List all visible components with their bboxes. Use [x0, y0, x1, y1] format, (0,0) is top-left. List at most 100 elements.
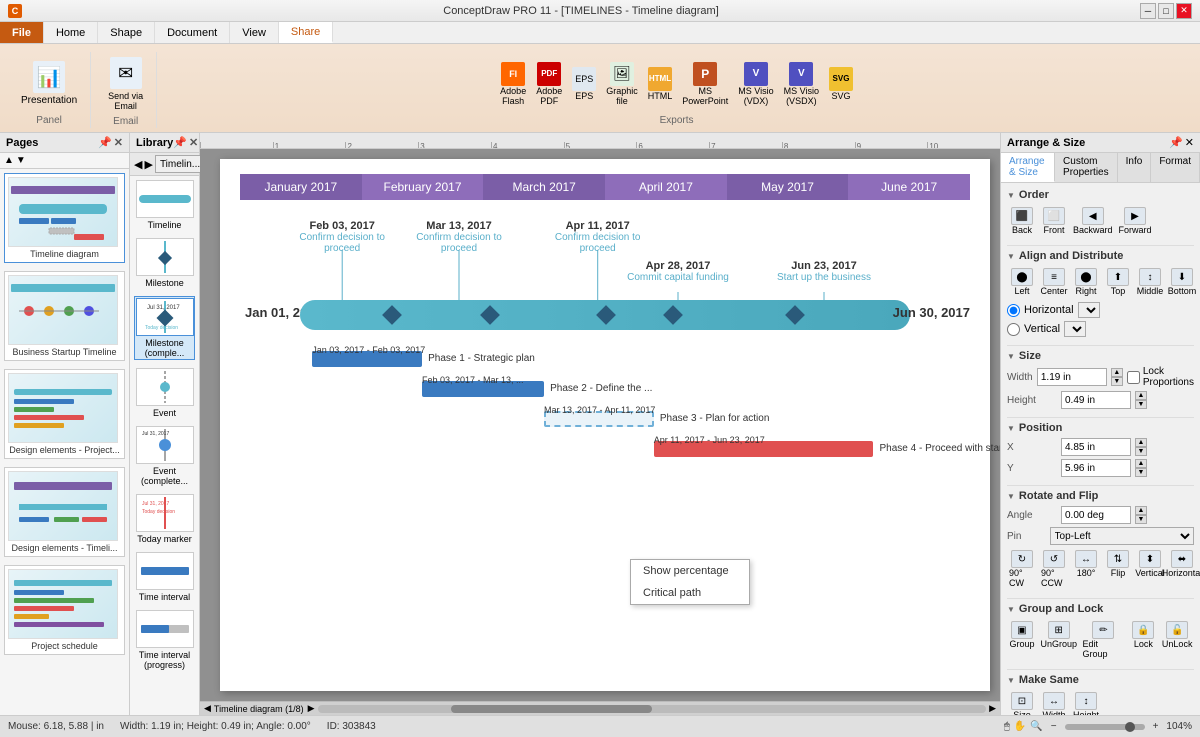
scroll-track[interactable]: [318, 705, 987, 713]
right-panel-pin-btn[interactable]: 📌: [1169, 136, 1183, 149]
pages-pin-btn[interactable]: 📌: [98, 136, 112, 149]
ms-visio-vsdx-btn[interactable]: V MS Visio(VSDX): [781, 60, 822, 108]
horizontal-radio[interactable]: [1007, 304, 1020, 317]
align-top-btn[interactable]: ⬆ Top: [1103, 266, 1133, 298]
align-bottom-btn[interactable]: ⬇ Bottom: [1167, 266, 1197, 298]
align-center-btn[interactable]: ≡ Center: [1039, 266, 1069, 298]
forward-btn[interactable]: ▶ Forward: [1117, 205, 1154, 237]
zoom-out-btn[interactable]: −: [1051, 721, 1057, 732]
group-btn[interactable]: ▣ Group: [1007, 619, 1037, 661]
ms-powerpoint-btn[interactable]: P MSPowerPoint: [679, 60, 731, 108]
same-size-btn[interactable]: ⊡ Size: [1007, 690, 1037, 715]
vertical-flip-btn[interactable]: ⬍ Vertical: [1135, 548, 1165, 590]
angle-input[interactable]: [1061, 506, 1131, 524]
rotate-90cw-btn[interactable]: ↻ 90° CW: [1007, 548, 1037, 590]
lock-proportions-checkbox[interactable]: [1127, 371, 1140, 384]
section-position-header[interactable]: Position: [1007, 422, 1194, 434]
pin-select[interactable]: Top-Left: [1050, 527, 1194, 545]
align-middle-btn[interactable]: ↕ Middle: [1135, 266, 1165, 298]
pages-scroll-down[interactable]: ▼: [16, 155, 26, 166]
canvas-content[interactable]: January 2017 February 2017 March 2017 Ap…: [200, 149, 1000, 701]
context-menu[interactable]: Show percentage Critical path: [630, 559, 750, 605]
height-input[interactable]: [1061, 391, 1131, 409]
html-btn[interactable]: HTML HTML: [645, 65, 676, 103]
section-order-header[interactable]: Order: [1007, 189, 1194, 201]
diamond-3[interactable]: [596, 305, 616, 325]
lib-prev-btn[interactable]: ◀: [134, 158, 142, 171]
tab-share[interactable]: Share: [279, 22, 333, 43]
scroll-next-btn[interactable]: ▶: [308, 703, 315, 714]
diamond-4[interactable]: [663, 305, 683, 325]
page-thumb-5[interactable]: Project schedule: [4, 565, 125, 655]
zoom-slider[interactable]: [1065, 724, 1145, 730]
svg-btn[interactable]: SVG SVG: [826, 65, 856, 103]
x-input[interactable]: [1061, 438, 1131, 456]
zoom-thumb[interactable]: [1125, 722, 1135, 732]
flip-btn[interactable]: ⇅ Flip: [1103, 548, 1133, 590]
send-via-email-btn[interactable]: ✉ Send viaEmail: [103, 54, 148, 114]
rp-tab-format[interactable]: Format: [1151, 153, 1200, 182]
y-spin-down[interactable]: ▼: [1135, 468, 1147, 477]
rotate-90ccw-btn[interactable]: ↺ 90° CCW: [1039, 548, 1069, 590]
rp-tab-arrange[interactable]: Arrange & Size: [1001, 153, 1055, 182]
pages-close-btn[interactable]: ✕: [114, 136, 123, 149]
y-input[interactable]: [1061, 459, 1131, 477]
lib-item-today-marker[interactable]: Jul 31, 2017 Today decision Today marker: [134, 494, 195, 544]
same-height-btn[interactable]: ↕ Height: [1071, 690, 1101, 715]
canvas-scroll-horizontal[interactable]: ◀ Timeline diagram (1/8) ▶ ▶: [200, 701, 1000, 715]
tab-home[interactable]: Home: [44, 22, 98, 43]
align-left-btn[interactable]: ⬤ Left: [1007, 266, 1037, 298]
lib-item-time-interval-progress[interactable]: Time interval (progress): [134, 610, 195, 670]
unlock-btn[interactable]: 🔓 UnLock: [1160, 619, 1194, 661]
timeline-track[interactable]: [300, 300, 910, 330]
tab-file[interactable]: File: [0, 22, 44, 43]
library-pin-btn[interactable]: 📌: [173, 136, 187, 149]
right-panel-close-btn[interactable]: ✕: [1185, 136, 1194, 149]
y-spin-up[interactable]: ▲: [1135, 459, 1147, 468]
front-btn[interactable]: ⬜ Front: [1039, 205, 1069, 237]
lib-item-time-interval[interactable]: Time interval: [134, 552, 195, 602]
lib-item-event[interactable]: Event: [134, 368, 195, 418]
section-rotate-header[interactable]: Rotate and Flip: [1007, 490, 1194, 502]
lib-item-timeline[interactable]: Timeline: [134, 180, 195, 230]
vertical-radio[interactable]: [1007, 323, 1020, 336]
section-make-same-header[interactable]: Make Same: [1007, 674, 1194, 686]
angle-spin-down[interactable]: ▼: [1135, 515, 1147, 524]
edit-group-btn[interactable]: ✏ Edit Group: [1081, 619, 1127, 661]
rp-tab-info[interactable]: Info: [1118, 153, 1152, 182]
maximize-btn[interactable]: □: [1158, 3, 1174, 19]
section-group-header[interactable]: Group and Lock: [1007, 603, 1194, 615]
close-btn[interactable]: ✕: [1176, 3, 1192, 19]
align-right-btn[interactable]: ⬤ Right: [1071, 266, 1101, 298]
diamond-1[interactable]: [382, 305, 402, 325]
backward-btn[interactable]: ◀ Backward: [1071, 205, 1115, 237]
zoom-in-btn[interactable]: +: [1153, 721, 1159, 732]
page-thumb-1[interactable]: Timeline diagram: [4, 173, 125, 263]
x-spin-down[interactable]: ▼: [1135, 447, 1147, 456]
scroll-right-btn[interactable]: ▶: [989, 703, 996, 714]
context-menu-critical-path[interactable]: Critical path: [631, 582, 749, 604]
minimize-btn[interactable]: ─: [1140, 3, 1156, 19]
page-thumb-4[interactable]: Design elements - Timeli...: [4, 467, 125, 557]
page-thumb-2[interactable]: Business Startup Timeline: [4, 271, 125, 361]
page-thumb-3[interactable]: Design elements - Project...: [4, 369, 125, 459]
adobe-pdf-btn[interactable]: PDF AdobePDF: [533, 60, 565, 108]
context-menu-show-percentage[interactable]: Show percentage: [631, 560, 749, 582]
rp-tab-custom[interactable]: Custom Properties: [1055, 153, 1118, 182]
x-spin-up[interactable]: ▲: [1135, 438, 1147, 447]
scroll-prev-btn[interactable]: ◀: [204, 703, 211, 714]
lib-next-btn[interactable]: ▶: [144, 158, 152, 171]
angle-spin-up[interactable]: ▲: [1135, 506, 1147, 515]
width-input[interactable]: [1037, 368, 1107, 386]
graphic-file-btn[interactable]: 🖼 Graphicfile: [603, 60, 641, 108]
height-spin-down[interactable]: ▼: [1135, 400, 1147, 409]
diamond-5[interactable]: [785, 305, 805, 325]
horizontal-select[interactable]: [1078, 302, 1100, 318]
window-controls[interactable]: ─ □ ✕: [1140, 3, 1192, 19]
tab-shape[interactable]: Shape: [98, 22, 155, 43]
section-size-header[interactable]: Size: [1007, 350, 1194, 362]
rotate-180-btn[interactable]: ↔ 180°: [1071, 548, 1101, 590]
section-align-header[interactable]: Align and Distribute: [1007, 250, 1194, 262]
back-btn[interactable]: ⬛ Back: [1007, 205, 1037, 237]
presentation-btn[interactable]: 📊 Presentation: [16, 58, 82, 109]
